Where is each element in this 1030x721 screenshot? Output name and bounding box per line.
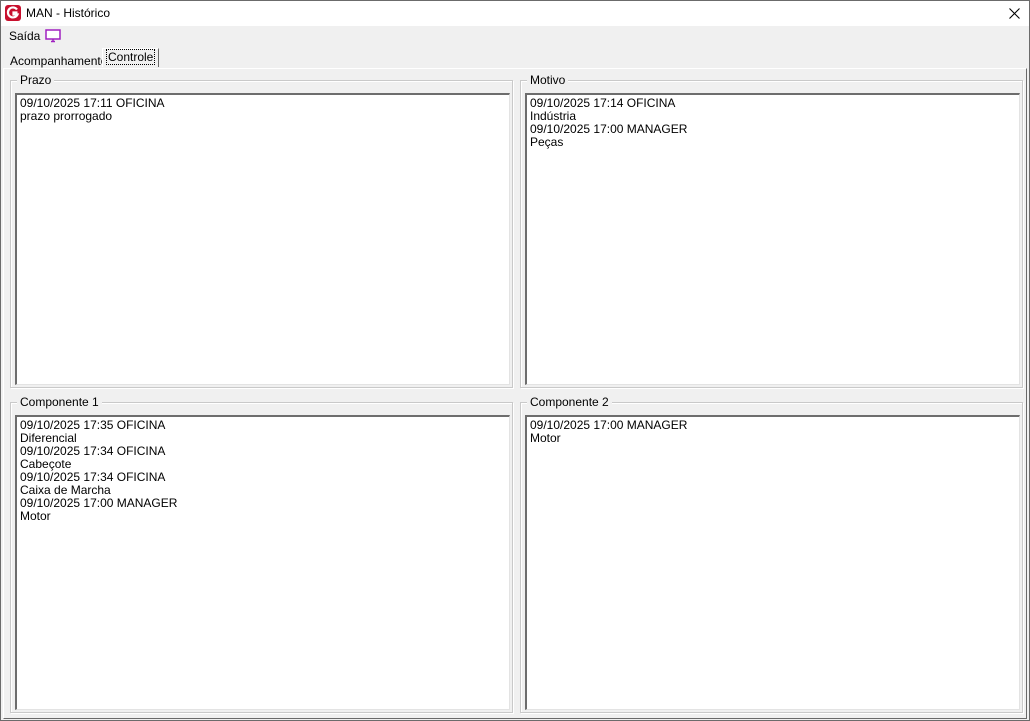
menu-bar: Saída: [1, 26, 1029, 46]
monitor-icon[interactable]: [45, 29, 61, 43]
tab-acompanhamento[interactable]: Acompanhamento: [7, 53, 110, 69]
app-logo-icon: [5, 5, 21, 21]
group-componente-1-label: Componente 1: [17, 395, 102, 409]
memo-line: 09/10/2025 17:00 MANAGER: [530, 122, 688, 136]
group-motivo: Motivo 09/10/2025 17:14 OFICINA Indústria…: [520, 73, 1023, 388]
motivo-memo[interactable]: 09/10/2025 17:14 OFICINA Indústria 09/10/2…: [525, 93, 1020, 385]
memo-line: Motor: [530, 431, 561, 445]
tab-controle[interactable]: Controle: [102, 48, 160, 67]
memo-line: 09/10/2025 17:14 OFICINA: [530, 96, 676, 110]
title-bar: MAN - Histórico: [1, 1, 1029, 26]
tab-page-controle: Prazo 09/10/2025 17:11 OFICINA prazo pror…: [3, 68, 1027, 719]
group-prazo: Prazo 09/10/2025 17:11 OFICINA prazo pror…: [10, 73, 513, 388]
componente-1-memo[interactable]: 09/10/2025 17:35 OFICINA Diferencial 09/10…: [15, 415, 510, 710]
memo-line: Motor: [20, 509, 51, 523]
memo-line: Peças: [530, 135, 564, 149]
memo-line: 09/10/2025 17:00 MANAGER: [530, 418, 688, 432]
memo-line: 09/10/2025 17:34 OFICINA: [20, 444, 166, 458]
group-prazo-label: Prazo: [17, 73, 55, 87]
close-icon: [1008, 8, 1020, 19]
memo-line: 09/10/2025 17:35 OFICINA: [20, 418, 166, 432]
componente-2-memo[interactable]: 09/10/2025 17:00 MANAGER Motor: [525, 415, 1020, 710]
memo-line: 09/10/2025 17:00 MANAGER: [20, 496, 178, 510]
prazo-memo[interactable]: 09/10/2025 17:11 OFICINA prazo prorrogado: [15, 93, 510, 385]
group-componente-2: Componente 2 09/10/2025 17:00 MANAGER Mot…: [520, 395, 1023, 713]
group-motivo-label: Motivo: [527, 73, 569, 87]
memo-line: prazo prorrogado: [20, 109, 113, 123]
tab-controle-label: Controle: [106, 49, 156, 65]
close-button[interactable]: [999, 1, 1029, 26]
group-componente-2-label: Componente 2: [527, 395, 612, 409]
group-componente-1: Componente 1 09/10/2025 17:35 OFICINA Dif…: [10, 395, 513, 713]
main-window: MAN - Histórico Saída Acompanhamento Con…: [0, 0, 1030, 721]
tab-strip: Acompanhamento Controle: [1, 46, 1029, 68]
menu-item-saida[interactable]: Saída: [9, 29, 40, 43]
window-title: MAN - Histórico: [26, 6, 111, 20]
